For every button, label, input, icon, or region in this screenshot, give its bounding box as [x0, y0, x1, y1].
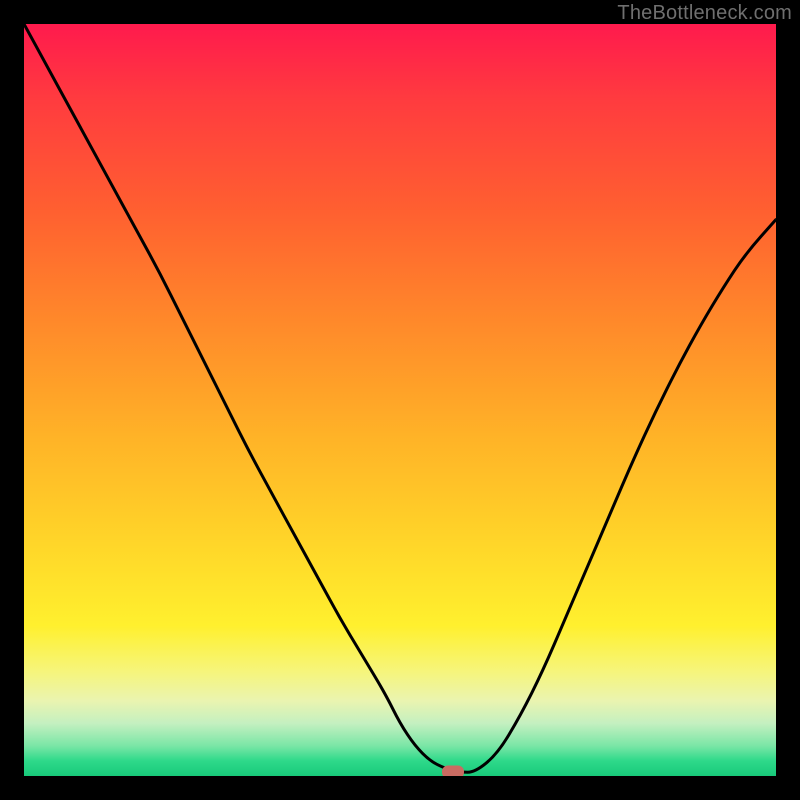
- plot-area: [24, 24, 776, 776]
- watermark-text: TheBottleneck.com: [617, 2, 792, 25]
- chart-frame: TheBottleneck.com: [0, 0, 800, 800]
- bottleneck-curve: [24, 24, 776, 776]
- optimal-point-marker: [442, 766, 464, 776]
